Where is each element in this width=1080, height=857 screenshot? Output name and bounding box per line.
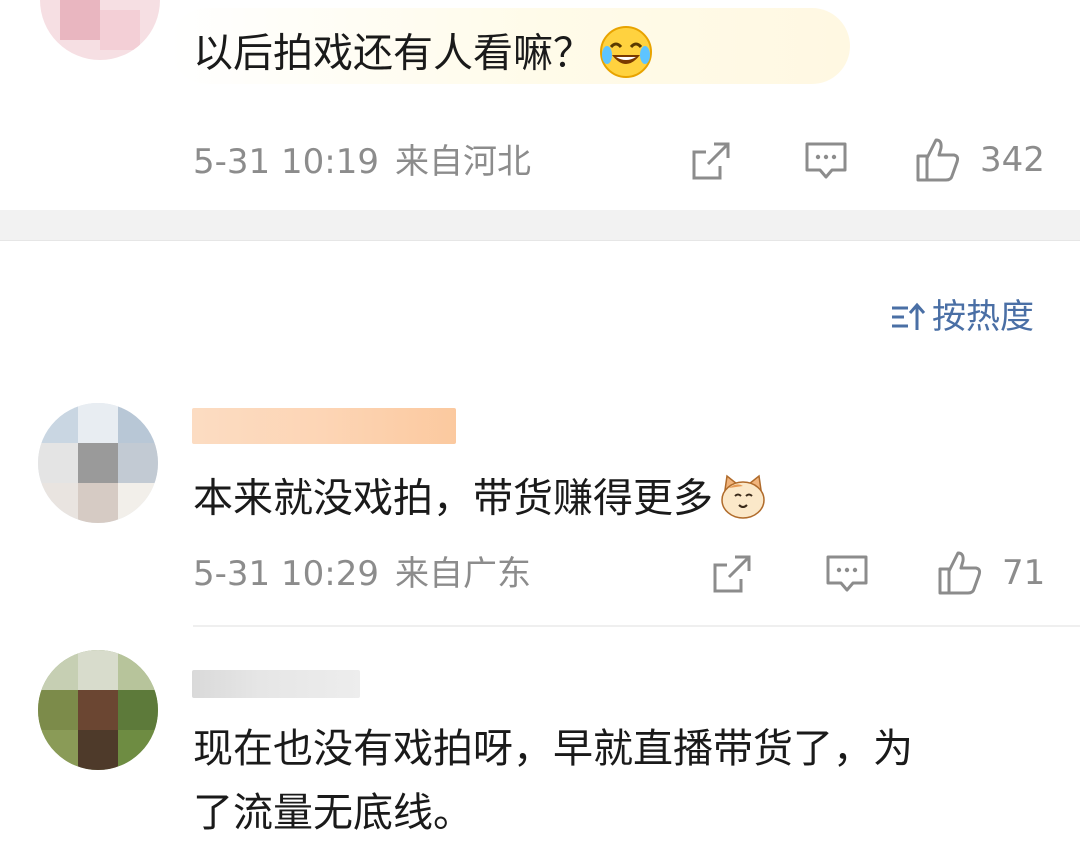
share-icon: [713, 555, 751, 593]
comment-text: 以后拍戏还有人看嘛？: [193, 25, 653, 86]
comment-location: 来自广东: [394, 554, 531, 594]
comment-meta: 5-31 10:29 来自广东: [193, 557, 531, 591]
reply-button[interactable]: [804, 140, 848, 182]
sort-label: 按热度: [932, 297, 1034, 337]
reply-icon: [826, 555, 868, 592]
sort-by-hot-button[interactable]: 按热度: [890, 300, 1034, 334]
comment-divider: [193, 625, 1080, 627]
thumbs-up-icon: [916, 138, 960, 182]
comment-meta: 5-31 10:19 来自河北: [193, 145, 531, 179]
username-obscured[interactable]: [192, 408, 456, 444]
comment-text-line-1: 现在也没有戏拍呀，早就直播带货了，为: [193, 726, 913, 772]
cat-face-emoji: [719, 474, 767, 527]
share-button[interactable]: [690, 140, 732, 182]
comment-feed: 以后拍戏还有人看嘛？ 5-31 10:19 来自河北 342 按热度 本来就没戏…: [0, 0, 1080, 857]
like-button[interactable]: 342: [914, 136, 1045, 184]
like-button[interactable]: 71: [936, 549, 1045, 597]
reply-icon: [805, 142, 847, 179]
like-count: 342: [980, 140, 1045, 180]
laughing-crying-emoji: [599, 25, 653, 86]
sort-icon: [892, 302, 926, 330]
comment-text-line-2: 了流量无底线。: [193, 790, 473, 836]
section-divider: [0, 210, 1080, 241]
user-avatar[interactable]: [38, 403, 158, 523]
reply-button[interactable]: [825, 553, 869, 595]
thumbs-up-icon: [938, 551, 982, 595]
like-count: 71: [1002, 553, 1046, 593]
username-obscured[interactable]: [192, 670, 360, 698]
comment-text: 本来就没戏拍，带货赚得更多: [193, 474, 767, 527]
comment-time: 5-31 10:29: [193, 554, 379, 594]
share-icon: [692, 142, 730, 180]
comment-location: 来自河北: [394, 142, 531, 182]
user-avatar[interactable]: [38, 650, 158, 770]
comment-time: 5-31 10:19: [193, 142, 379, 182]
user-avatar[interactable]: [40, 0, 160, 60]
share-button[interactable]: [711, 553, 753, 595]
